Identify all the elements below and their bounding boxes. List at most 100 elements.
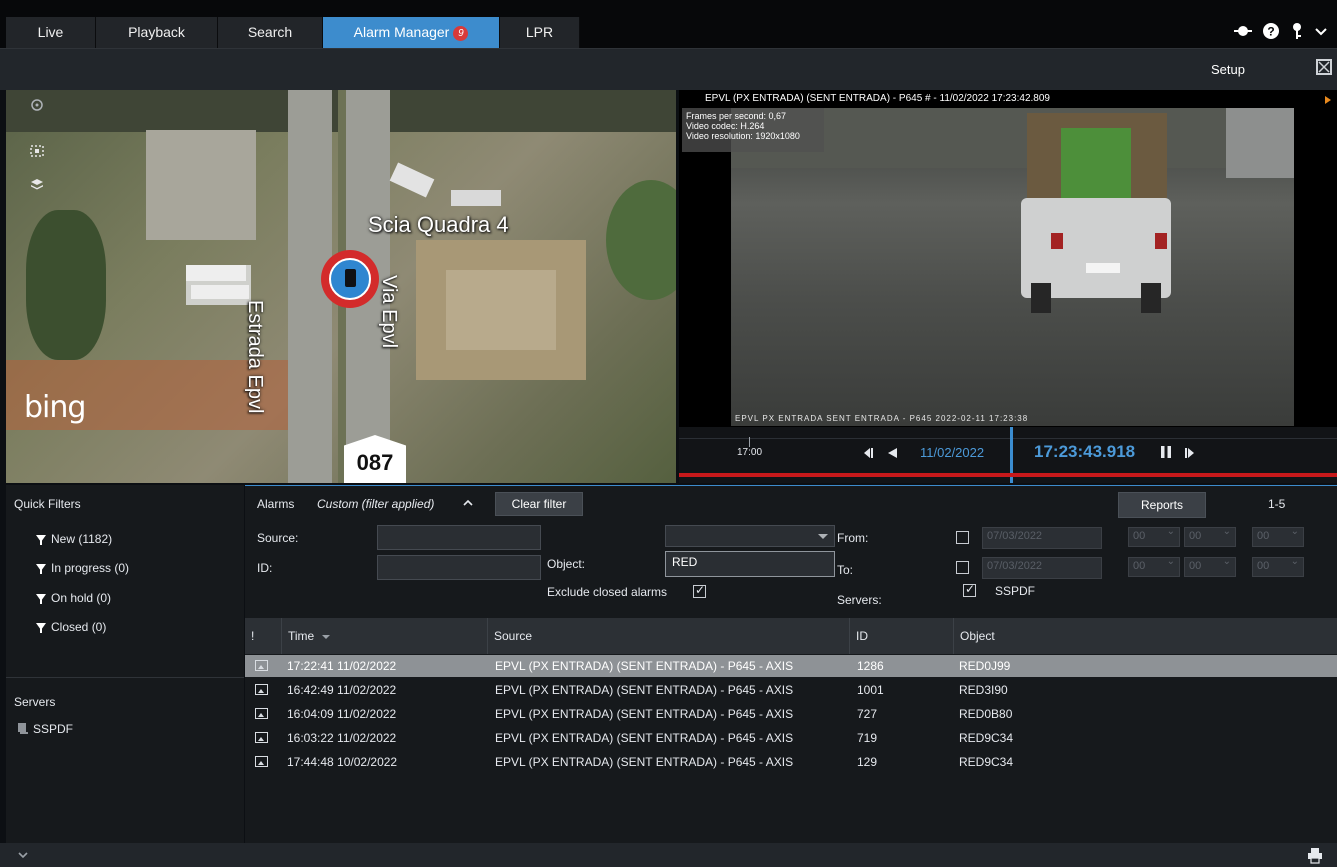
server-sspdf-checkbox[interactable] [963,582,976,597]
locate-icon[interactable] [24,96,50,122]
map-view[interactable]: Scia Quadra 4 Estrada Epvl Via Epvl 087 … [6,90,676,483]
row-source: EPVL (PX ENTRADA) (SENT ENTRADA) - P645 … [495,659,794,673]
timeline-hour-label: 17:00 [737,447,763,458]
from-checkbox[interactable] [956,531,969,544]
video-stat-resolution: Video resolution: 1920x1080 [686,131,800,141]
filter-icon [36,564,46,574]
frame-taillight [1155,233,1167,249]
server-icon [16,721,30,735]
source-label: Source: [257,531,299,545]
alarms-title: Alarms [257,497,295,511]
chevron-down-icon[interactable] [1312,22,1330,40]
from-date-input[interactable]: 07/03/2022 [982,527,1102,549]
col-priority[interactable]: ! [245,618,281,654]
tab-alarm-manager[interactable]: Alarm Manager 9 [323,17,500,48]
video-timeline[interactable]: 17:00 11/02/2022 17:23:43.918 [679,427,1337,483]
map-building [146,130,256,240]
row-time: 16:04:09 11/02/2022 [287,707,397,721]
exclude-closed-checkbox[interactable] [693,583,706,598]
col-source[interactable]: Source [487,618,849,654]
map-truck [451,190,501,206]
tab-live[interactable]: Live [6,17,96,48]
filter-new[interactable]: New (1182) [36,532,112,546]
id-input[interactable] [377,555,541,580]
filter-icon [36,535,46,545]
map-roundabout [606,180,676,300]
frame-recycling-sign [1061,128,1131,208]
row-object: RED0B80 [959,707,1013,721]
map-bus [191,285,249,299]
collapse-filter-icon[interactable] [462,497,474,509]
layers-icon[interactable] [24,176,50,202]
row-object: RED9C34 [959,731,1014,745]
video-player[interactable]: EPVL (PX ENTRADA) (SENT ENTRADA) - P645 … [679,90,1337,483]
map-road-label: Estrada Epvl [244,300,266,414]
snapshot-icon [255,732,268,743]
camera-icon [345,269,356,287]
from-hour-select[interactable]: 00 [1128,526,1180,547]
server-item-sspdf[interactable]: SSPDF [33,722,73,736]
play-reverse-button[interactable] [886,447,898,459]
row-time: 16:42:49 11/02/2022 [287,683,397,697]
source-input[interactable] [377,525,541,550]
from-minute-select[interactable]: 00 [1184,526,1236,547]
playback-date[interactable]: 11/02/2022 [920,445,984,460]
key-icon[interactable] [1288,22,1306,40]
filter-closed[interactable]: Closed (0) [36,620,106,634]
row-source: EPVL (PX ENTRADA) (SENT ENTRADA) - P645 … [495,683,794,697]
to-hour-select[interactable]: 00 [1128,556,1180,577]
col-object[interactable]: Object [953,618,1337,654]
frame-timestamp: EPVL PX ENTRADA SENT ENTRADA - P645 2022… [735,414,1029,423]
fullscreen-icon[interactable] [1316,59,1332,75]
tab-playback[interactable]: Playback [96,17,218,48]
expand-panel-icon[interactable] [16,848,30,862]
table-row[interactable]: 16:04:09 11/02/2022 EPVL (PX ENTRADA) (S… [245,703,1337,725]
from-label: From: [837,531,869,545]
alarm-count-badge: 9 [453,26,469,41]
reports-button[interactable]: Reports [1118,492,1206,518]
filter-in-progress[interactable]: In progress (0) [36,561,129,575]
main-tab-bar: Live Playback Search Alarm Manager 9 LPR … [0,0,1337,48]
to-checkbox[interactable] [956,561,969,574]
to-date-input[interactable]: 07/03/2022 [982,557,1102,579]
previous-frame-button[interactable] [860,447,874,459]
print-icon[interactable] [1306,846,1324,864]
filter-on-hold[interactable]: On hold (0) [36,591,111,605]
col-id[interactable]: ID [849,618,953,654]
snapshot-icon [255,708,268,719]
object-type-select[interactable] [665,525,835,547]
clear-filter-button[interactable]: Clear filter [495,492,583,516]
table-row[interactable]: 16:03:22 11/02/2022 EPVL (PX ENTRADA) (S… [245,727,1337,749]
to-second-select[interactable]: 00 [1252,556,1304,577]
row-object: RED0J99 [959,659,1011,673]
quick-filters-title: Quick Filters [14,497,81,511]
select-area-icon[interactable] [24,142,50,168]
filter-on-hold-label: On hold (0) [51,591,112,605]
tab-search[interactable]: Search [218,17,323,48]
next-frame-button[interactable] [1184,447,1198,459]
servers-label: Servers: [837,593,882,607]
tab-lpr-label: LPR [525,24,554,40]
col-time[interactable]: Time [281,618,487,654]
help-icon[interactable]: ? [1262,22,1280,40]
to-minute-select[interactable]: 00 [1184,556,1236,577]
table-row[interactable]: 16:42:49 11/02/2022 EPVL (PX ENTRADA) (S… [245,679,1337,701]
row-id: 719 [857,731,878,745]
col-time-label: Time [288,629,315,643]
connection-icon[interactable] [1234,22,1252,40]
map-truck [389,162,435,198]
pause-button[interactable] [1160,445,1172,459]
tab-search-label: Search [247,24,293,40]
setup-button[interactable]: Setup [1211,62,1245,77]
table-row[interactable]: 17:22:41 11/02/2022 EPVL (PX ENTRADA) (S… [245,655,1337,677]
object-input[interactable]: RED [665,551,835,577]
tab-lpr[interactable]: LPR [500,17,580,48]
from-second-select[interactable]: 00 [1252,526,1304,547]
object-label: Object: [547,557,586,571]
tab-playback-label: Playback [128,24,185,40]
bing-logo: bing [24,390,86,425]
table-row[interactable]: 17:44:48 10/02/2022 EPVL (PX ENTRADA) (S… [245,751,1337,773]
server-sspdf-label: SSPDF [995,584,1036,598]
frame-plate [1086,263,1120,273]
video-frame: EPVL PX ENTRADA SENT ENTRADA - P645 2022… [731,108,1294,426]
